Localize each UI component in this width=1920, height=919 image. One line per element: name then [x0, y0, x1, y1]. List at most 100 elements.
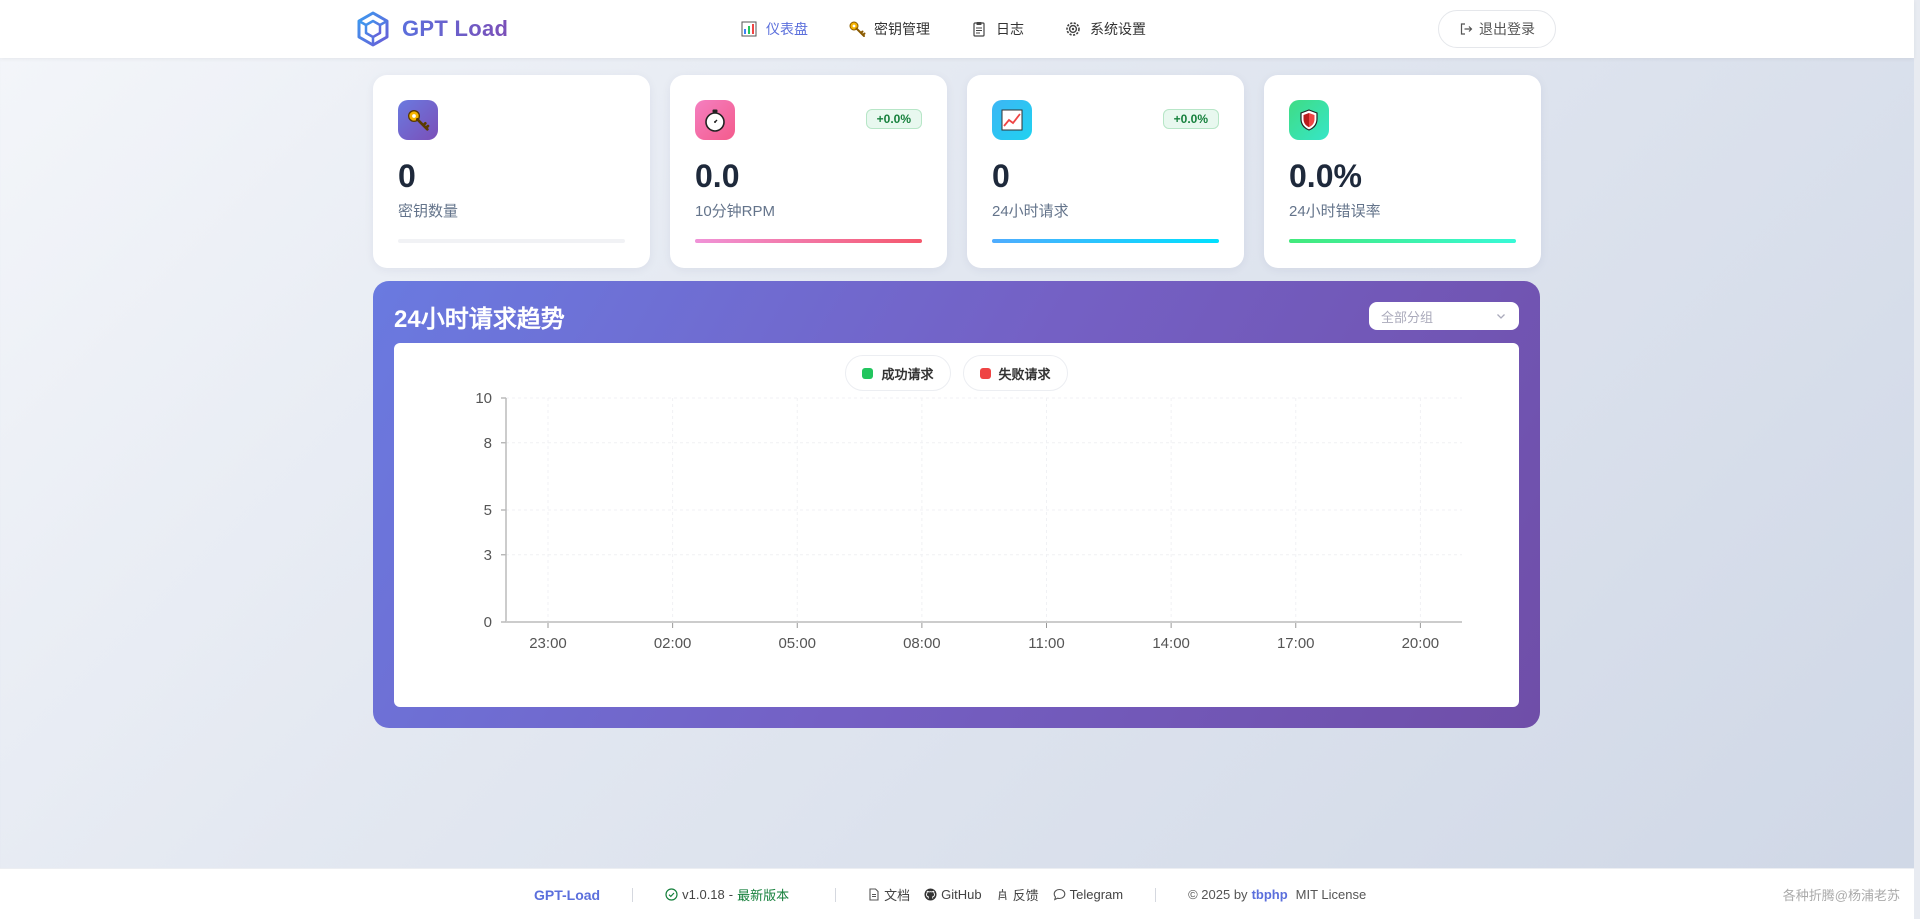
- footer-link-label: 文档: [884, 888, 911, 903]
- legend-color-swatch: [862, 367, 874, 379]
- logout-button[interactable]: 退出登录: [1438, 10, 1556, 48]
- clipboard-icon: [970, 20, 988, 38]
- footer-link-label: 反馈: [1012, 888, 1039, 903]
- footer-author-link[interactable]: tbphp: [1252, 887, 1288, 902]
- page-footer: GPT-Load v1.0.18 - 最新版本 文档 GitHub 反馈 Tel…: [0, 868, 1914, 919]
- gear-icon: [1064, 20, 1082, 38]
- legend-label: 失败请求: [998, 366, 1051, 382]
- x-tick-label: 17:00: [1277, 635, 1315, 652]
- footer-license[interactable]: MIT License: [1296, 887, 1367, 902]
- key-icon: [398, 100, 438, 140]
- y-tick-label: 10: [475, 390, 492, 407]
- logo-cube-icon: [357, 11, 389, 47]
- footer-brand[interactable]: GPT-Load: [534, 887, 600, 903]
- y-tick-label: 5: [484, 502, 492, 519]
- nav-item-logs[interactable]: 日志: [970, 19, 1024, 39]
- footer-divider: [632, 887, 634, 902]
- stats-cards: 0 密钥数量 +0.0% 0.0 10分钟RPM +0.0% 0 24小时请求 …: [373, 75, 1541, 268]
- logo[interactable]: GPT Load: [354, 10, 508, 48]
- check-circle-icon: [665, 888, 678, 901]
- legend-item-failure[interactable]: 失败请求: [962, 355, 1068, 391]
- x-tick-label: 20:00: [1402, 635, 1440, 652]
- footer-link-label: GitHub: [941, 887, 982, 902]
- main-nav: 仪表盘 密钥管理 日志 系统设置: [740, 0, 1146, 58]
- panel-title: 24小时请求趋势: [394, 306, 565, 333]
- footer-link-feedback[interactable]: 反馈: [996, 885, 1039, 904]
- chart-legend: 成功请求 失败请求: [394, 355, 1519, 391]
- legend-color-swatch: [979, 367, 991, 379]
- chat-icon: [1053, 888, 1065, 901]
- x-tick-label: 05:00: [778, 635, 816, 652]
- y-tick-label: 3: [484, 547, 492, 564]
- chevron-down-icon: [1497, 314, 1505, 319]
- group-select-value: 全部分组: [1381, 309, 1434, 325]
- request-trend-panel: 24小时请求趋势 全部分组 0 3 5 8 10 23:00 02:00 05:00 08:00…: [373, 281, 1540, 728]
- stat-change-badge: +0.0%: [865, 109, 922, 129]
- footer-link-docs[interactable]: 文档: [868, 885, 910, 904]
- request-trend-chart: 0 3 5 8 10 23:00 02:00 05:00 08:00 11:00 14:00 17:0…: [475, 390, 1462, 652]
- version-number: v1.0.18: [682, 887, 725, 902]
- stat-progress-fill: [992, 239, 1219, 243]
- version-status: 最新版本: [737, 888, 790, 903]
- x-tick-label: 02:00: [654, 635, 692, 652]
- stat-label: 密钥数量: [398, 203, 459, 220]
- stat-progress-bar: [992, 239, 1219, 243]
- nav-label: 系统设置: [1090, 21, 1146, 37]
- top-header: GPT Load 仪表盘 密钥管理 日志 系统设置 退出登录: [0, 0, 1914, 58]
- feedback-icon: [998, 889, 1007, 901]
- stat-progress-fill: [1289, 239, 1516, 243]
- github-icon: [924, 888, 937, 901]
- stat-progress-bar: [695, 239, 922, 243]
- stat-change-badge: +0.0%: [1162, 109, 1219, 129]
- nav-item-keys[interactable]: 密钥管理: [848, 19, 930, 39]
- stat-card-key-count: 0 密钥数量: [373, 75, 650, 268]
- footer-link-github[interactable]: GitHub: [924, 887, 982, 902]
- chart-icon: [740, 20, 758, 38]
- stat-value: 0: [992, 158, 1010, 194]
- footer-version[interactable]: v1.0.18 - 最新版本: [665, 885, 789, 904]
- y-tick-label: 0: [484, 614, 492, 631]
- logout-label: 退出登录: [1479, 21, 1535, 37]
- footer-divider: [1155, 887, 1157, 902]
- footer-copyright: © 2025 by: [1188, 887, 1248, 902]
- stat-progress-fill: [695, 239, 922, 243]
- document-icon: [869, 888, 879, 901]
- nav-label: 密钥管理: [874, 21, 930, 37]
- x-tick-label: 11:00: [1028, 635, 1064, 652]
- group-select[interactable]: 全部分组: [1369, 302, 1519, 330]
- stat-value: 0.0%: [1289, 158, 1362, 194]
- stat-label: 10分钟RPM: [695, 203, 776, 220]
- stat-card-requests: +0.0% 0 24小时请求: [967, 75, 1244, 268]
- x-tick-label: 14:00: [1152, 635, 1190, 652]
- footer-link-label: Telegram: [1069, 887, 1124, 902]
- legend-label: 成功请求: [881, 366, 934, 382]
- stopwatch-icon: [695, 100, 735, 140]
- shield-icon: [1289, 100, 1329, 140]
- stat-label: 24小时请求: [992, 203, 1069, 220]
- stat-value: 0.0: [695, 158, 740, 194]
- footer-divider: [835, 887, 837, 902]
- stat-label: 24小时错误率: [1289, 203, 1381, 220]
- stat-card-rpm: +0.0% 0.0 10分钟RPM: [670, 75, 947, 268]
- footer-credit: 各种折腾@杨浦老苏: [1782, 888, 1900, 903]
- nav-label: 日志: [996, 21, 1024, 37]
- chart-container: 0 3 5 8 10 23:00 02:00 05:00 08:00 11:00 14:00 17:0…: [394, 343, 1519, 707]
- stat-progress-bar: [1289, 239, 1516, 243]
- footer-link-telegram[interactable]: Telegram: [1053, 887, 1123, 902]
- app-name: GPT Load: [402, 16, 509, 41]
- nav-item-dashboard[interactable]: 仪表盘: [740, 19, 808, 39]
- version-separator: -: [728, 887, 734, 902]
- y-tick-label: 8: [484, 435, 492, 452]
- legend-item-success[interactable]: 成功请求: [845, 355, 951, 391]
- key-icon: [848, 20, 866, 38]
- nav-label: 仪表盘: [766, 21, 808, 37]
- x-tick-label: 23:00: [529, 635, 567, 652]
- logout-icon: [1460, 23, 1473, 35]
- trend-chart-icon: [992, 100, 1032, 140]
- footer-content: GPT-Load v1.0.18 - 最新版本 文档 GitHub 反馈 Tel…: [534, 869, 1366, 919]
- page-scrollbar[interactable]: [1914, 0, 1920, 919]
- stat-progress-bar: [398, 239, 625, 243]
- stat-card-error-rate: 0.0% 24小时错误率: [1264, 75, 1541, 268]
- stat-value: 0: [398, 158, 416, 194]
- nav-item-settings[interactable]: 系统设置: [1064, 19, 1146, 39]
